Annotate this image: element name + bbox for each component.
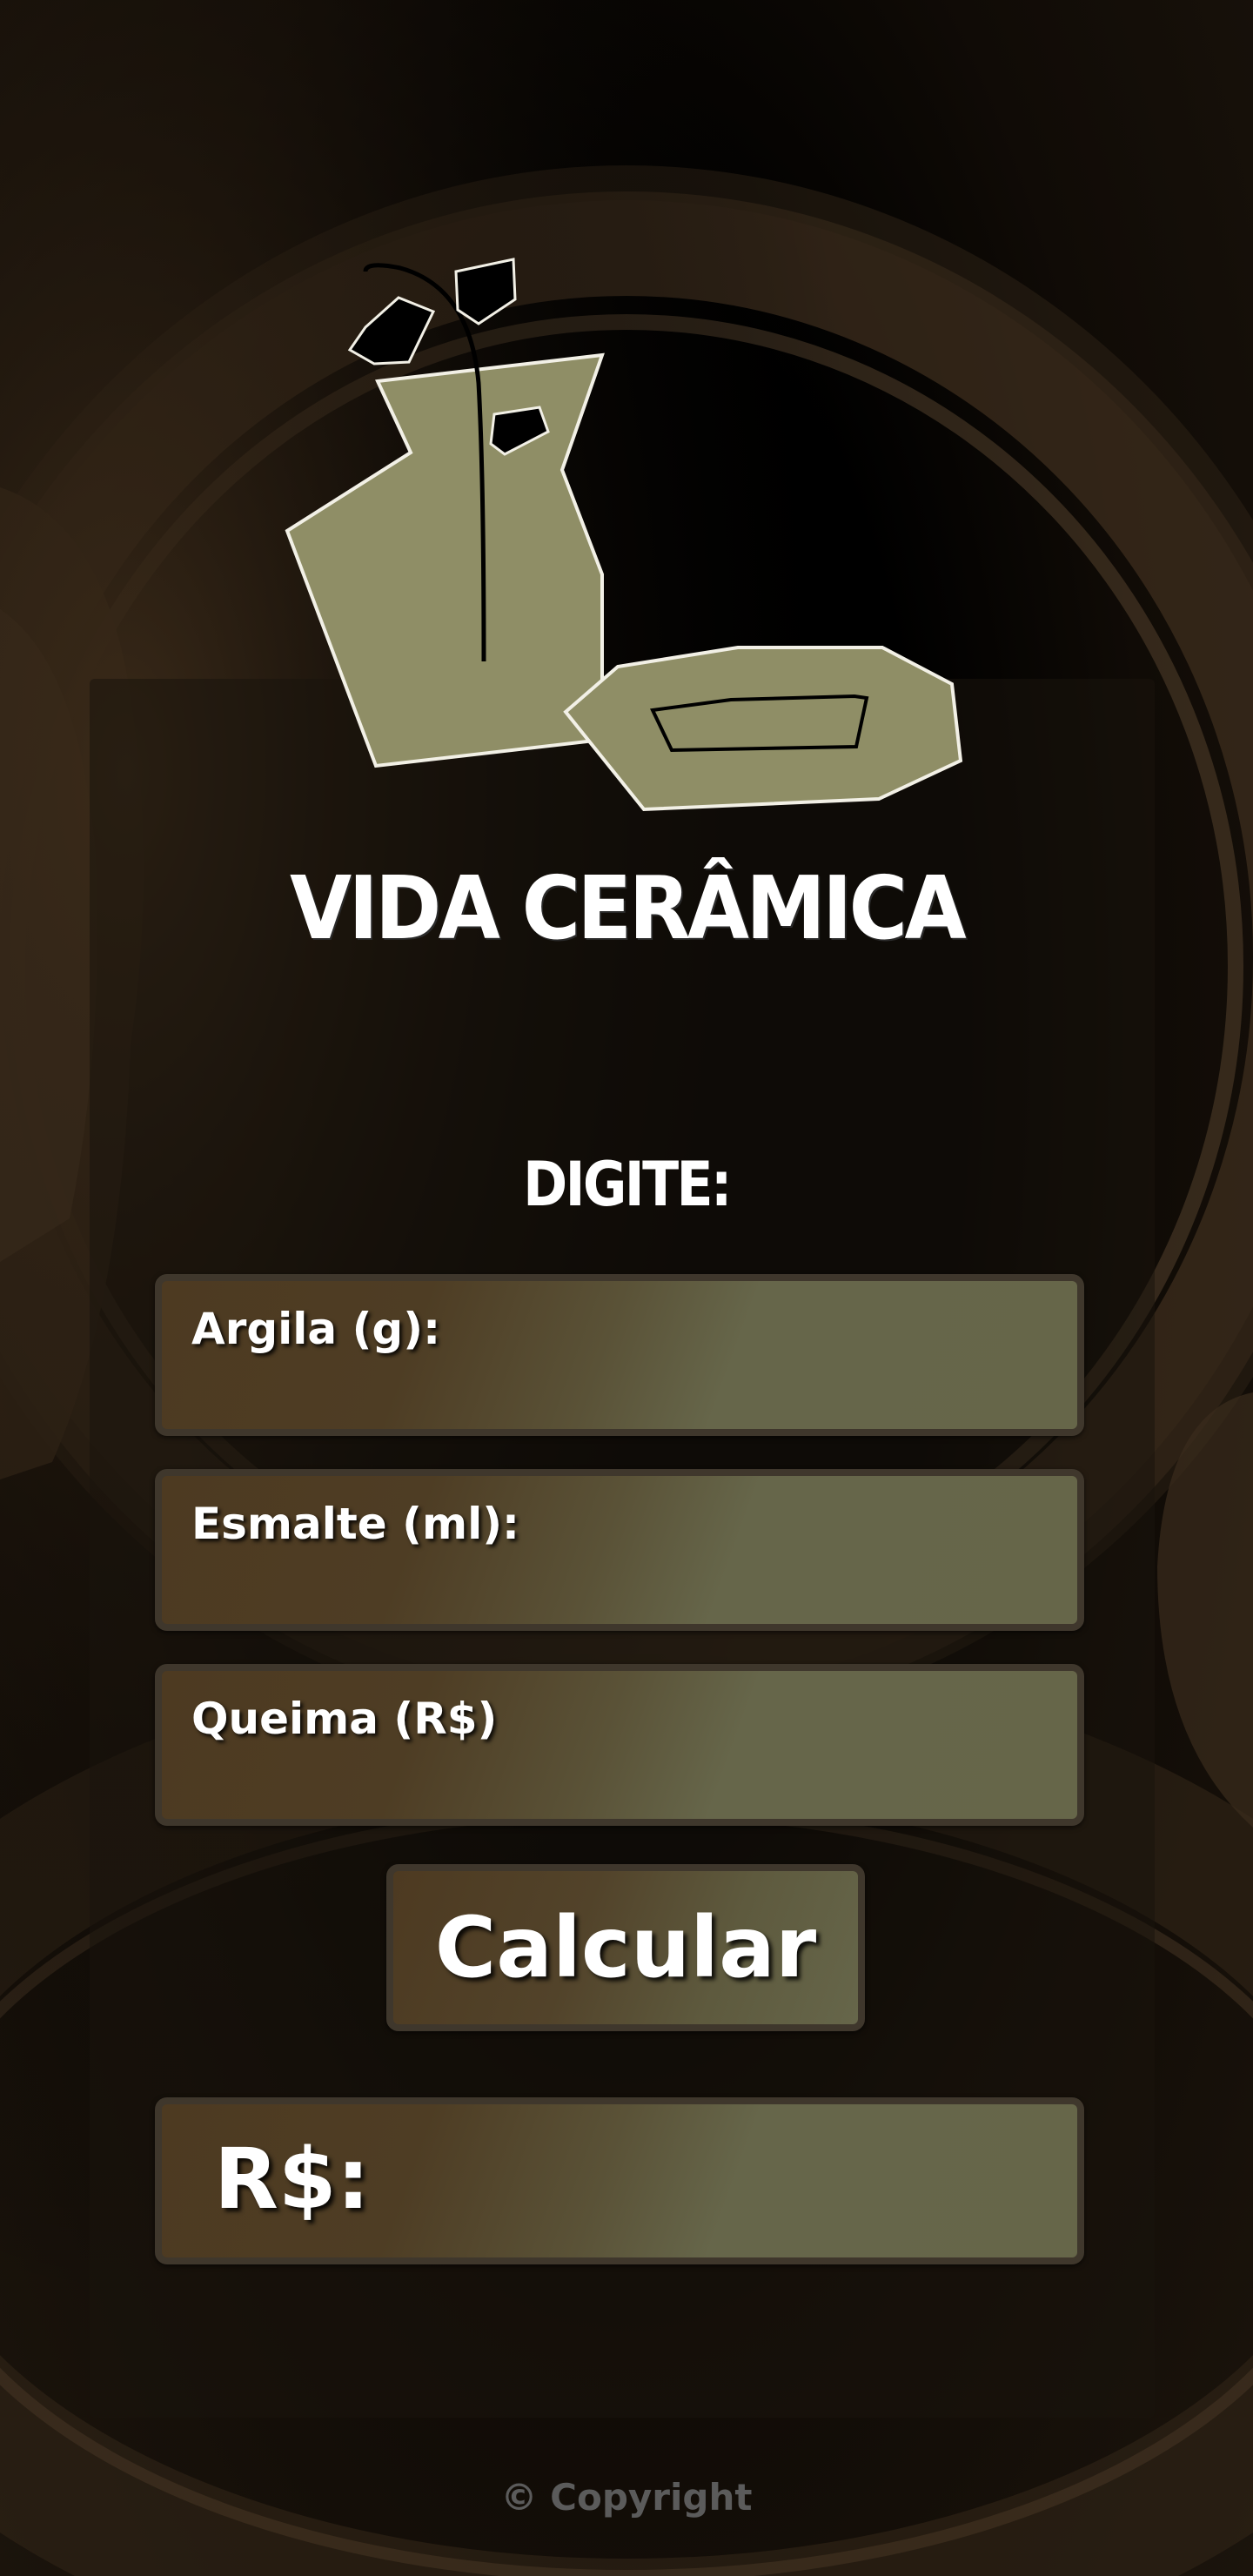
app-screen: VIDA CERÂMICA DIGITE: Argila (g): Esmalt… <box>0 0 1253 2576</box>
copyright-text: © Copyright <box>500 2476 753 2519</box>
result-box: R$: <box>155 2097 1084 2264</box>
queima-input[interactable] <box>191 1754 1048 1808</box>
queima-label: Queima (R$) <box>191 1694 498 1744</box>
argila-field[interactable]: Argila (g): <box>155 1274 1084 1436</box>
form-prompt: DIGITE: <box>523 1149 732 1220</box>
vase-and-dish-icon <box>285 258 963 812</box>
calculate-button[interactable]: Calcular <box>386 1864 865 2031</box>
argila-input[interactable] <box>191 1365 1048 1419</box>
calculate-button-label: Calcular <box>434 1899 817 1996</box>
brand-title: VIDA CERÂMICA <box>289 857 967 959</box>
queima-field[interactable]: Queima (R$) <box>155 1664 1084 1826</box>
esmalte-label: Esmalte (ml): <box>191 1499 520 1549</box>
esmalte-field[interactable]: Esmalte (ml): <box>155 1469 1084 1631</box>
esmalte-input[interactable] <box>191 1560 1048 1613</box>
argila-label: Argila (g): <box>191 1304 441 1354</box>
result-label: R$: <box>214 2130 371 2228</box>
